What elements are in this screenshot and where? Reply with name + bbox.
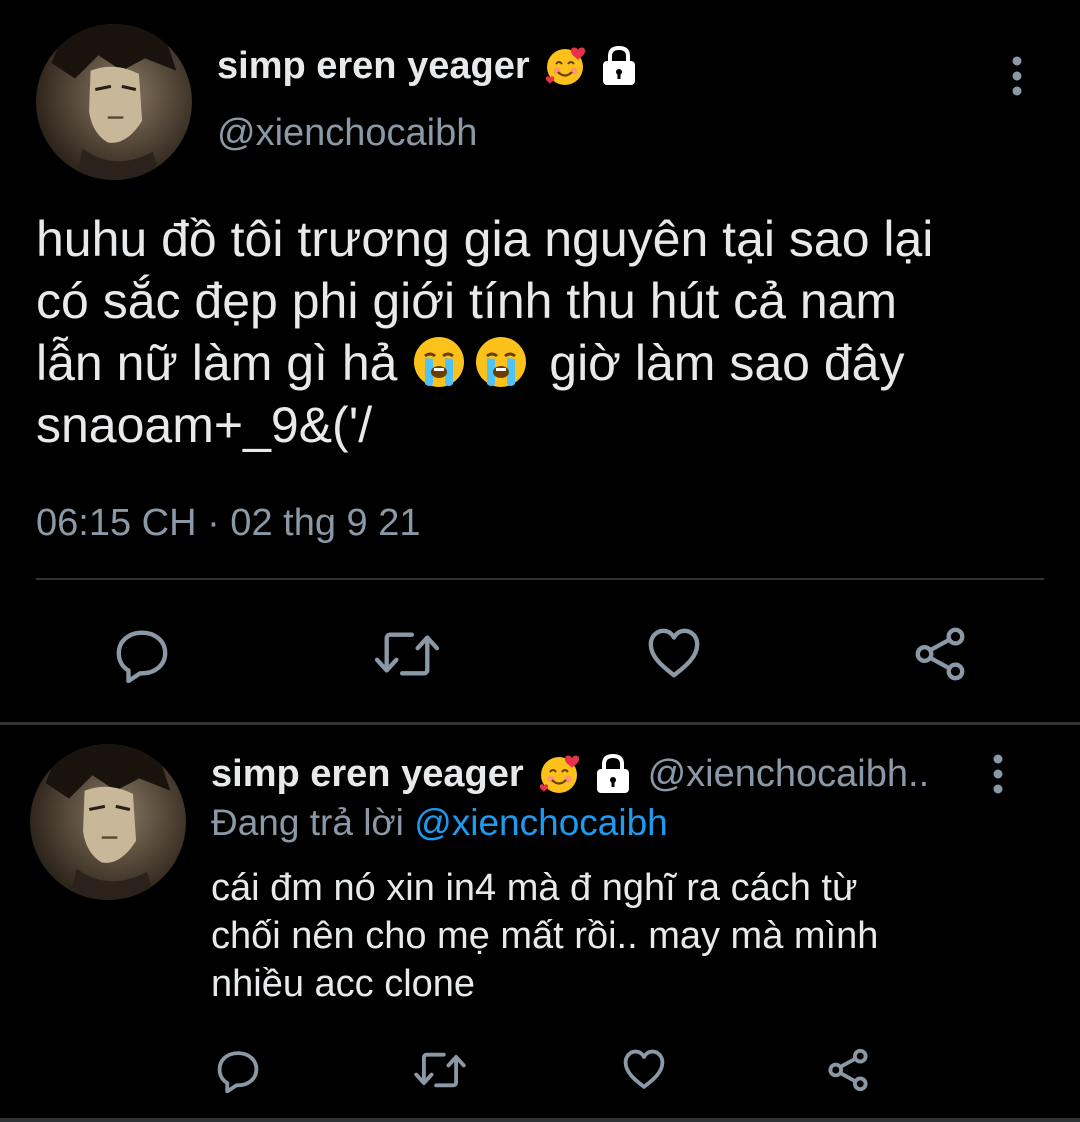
tweet-text-segment: giờ làm sao đây <box>549 335 905 391</box>
share-button[interactable] <box>908 622 972 686</box>
retweet-icon <box>414 1052 466 1088</box>
more-options-icon[interactable] <box>992 754 1004 794</box>
tweet-text-line: có sắc đẹp phi giới tính thu hút cả nam <box>36 273 898 329</box>
lock-icon <box>592 752 634 796</box>
display-name-text[interactable]: simp eren yeager <box>217 45 530 88</box>
lock-icon <box>598 44 640 88</box>
retweet-button[interactable] <box>412 1046 468 1094</box>
reply-icon <box>116 630 168 683</box>
retweet-icon <box>374 632 440 676</box>
tweet-text: huhu đồ tôi trương gia nguyên tại sao lạ… <box>36 208 1046 456</box>
tweet-text-line: nhiều acc clone <box>211 963 476 1005</box>
user-handle[interactable]: @xienchocaibh <box>217 112 477 155</box>
reply-button[interactable] <box>214 1046 262 1094</box>
tweet-text-line: chối nên cho mẹ mất rồi.. may mà mình <box>211 915 879 957</box>
replying-to-label: Đang trả lời <box>211 802 404 843</box>
avatar[interactable] <box>30 744 186 900</box>
replying-to: Đang trả lời @xienchocaibh <box>211 802 668 844</box>
tweet-text-line: huhu đồ tôi trương gia nguyên tại sao lạ… <box>36 211 934 267</box>
tweet-timestamp[interactable]: 06:15 CH · 02 thg 9 21 <box>36 502 420 545</box>
section-divider <box>0 722 1080 725</box>
main-tweet: simp eren yeager @xienchocaibh huhu đồ t… <box>0 0 1080 722</box>
divider <box>0 1118 1080 1122</box>
smiling-face-with-hearts-icon <box>538 752 582 796</box>
tweet-text-segment: lẫn nữ làm gì hả <box>36 335 398 391</box>
tweet-text: cái đm nó xin in4 mà đ nghĩ ra cách từ c… <box>211 864 1011 1008</box>
share-icon <box>828 1048 868 1092</box>
avatar[interactable] <box>36 24 192 180</box>
reply-icon <box>217 1051 259 1093</box>
like-icon <box>623 1049 665 1089</box>
tweet-text-line: lẫn nữ làm gì hả giờ làm sao đây <box>36 332 1046 394</box>
display-name[interactable]: simp eren yeager <box>217 44 640 88</box>
divider <box>36 578 1044 580</box>
display-name[interactable]: simp eren yeager @xienchocaibh.. <box>211 752 929 796</box>
reply-button[interactable] <box>110 622 174 686</box>
like-button[interactable] <box>620 1046 668 1094</box>
loudly-crying-face-icon <box>473 334 529 390</box>
user-handle[interactable]: @xienchocaibh.. <box>648 753 930 796</box>
display-name-text[interactable]: simp eren yeager <box>211 753 524 796</box>
retweet-button[interactable] <box>372 622 442 686</box>
tweet-text-line: snaoam+_9&('/ <box>36 397 373 453</box>
tweet-text-line: cái đm nó xin in4 mà đ nghĩ ra cách từ <box>211 867 858 909</box>
more-options-icon[interactable] <box>1011 56 1023 96</box>
like-icon <box>648 628 700 678</box>
share-button[interactable] <box>824 1046 872 1094</box>
loudly-crying-face-icon <box>411 334 467 390</box>
smiling-face-with-hearts-icon <box>544 44 588 88</box>
like-button[interactable] <box>642 622 706 686</box>
share-icon <box>915 627 965 681</box>
mention-link[interactable]: @xienchocaibh <box>414 802 668 843</box>
